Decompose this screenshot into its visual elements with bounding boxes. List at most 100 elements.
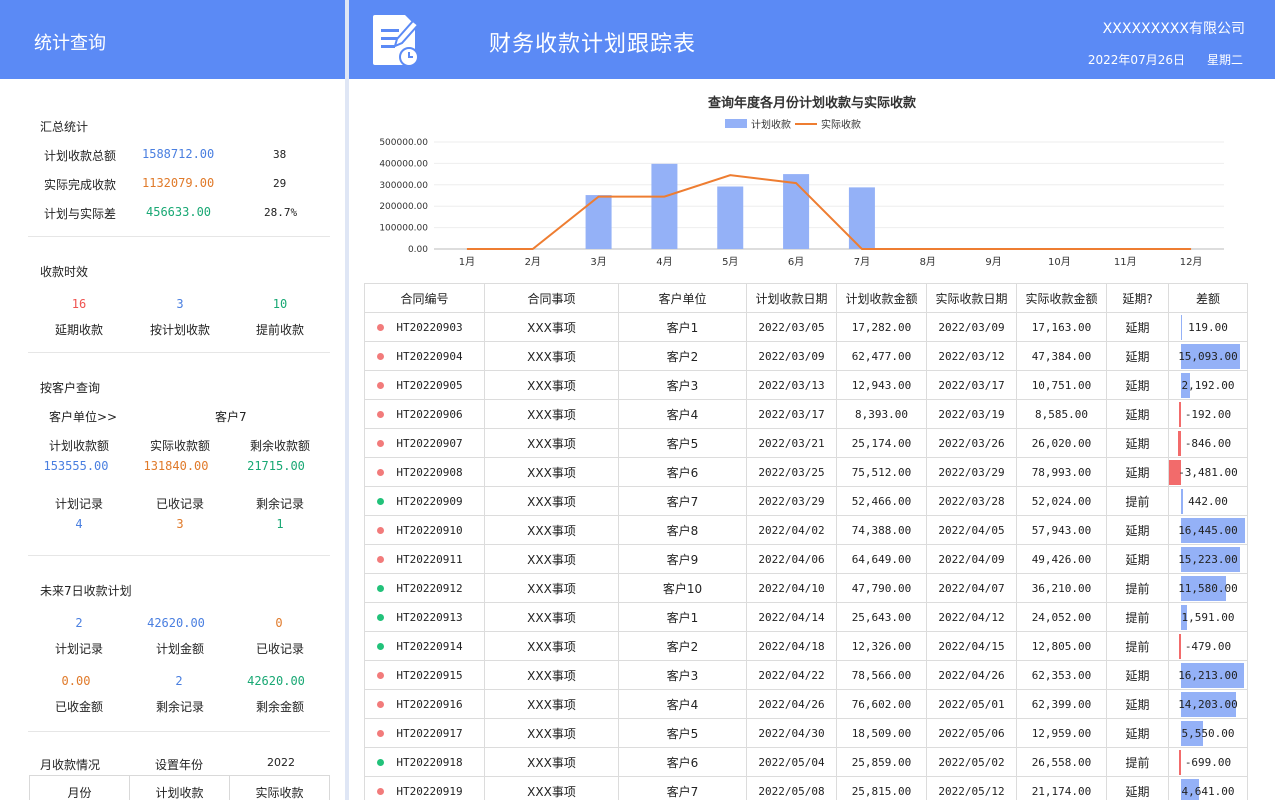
status-dot [377,469,384,476]
cell-client: 客户1 [618,602,747,632]
cell-status: 延期 [1106,660,1169,690]
cell-client: 客户6 [618,747,747,777]
table-row[interactable]: HT20220913 XXX事项 客户1 2022/04/14 25,643.00 202… [364,602,1248,632]
table-row[interactable]: HT20220910 XXX事项 客户8 2022/04/02 74,388.00 202… [364,515,1248,545]
col-contract-id[interactable]: 合同编号 [364,283,485,313]
cell-contract-id: HT20220918 [364,747,485,777]
cell-plan-amount: 78,566.00 [836,660,927,690]
year-input[interactable]: 2022 [267,756,295,769]
difference-value: 15,093.00 [1178,350,1238,363]
cell-item: XXX事项 [484,341,619,371]
col-difference[interactable]: 差额 [1168,283,1248,313]
current-weekday: 星期二 [1206,53,1243,67]
cell-item: XXX事项 [484,660,619,690]
x-tick-label: 11月 [1114,256,1137,268]
difference-value: 119.00 [1188,321,1228,334]
difference-bar [1178,750,1181,775]
cell-client: 客户9 [618,544,747,574]
col-item[interactable]: 合同事项 [484,283,619,313]
divider [28,555,330,556]
x-tick-label: 7月 [854,256,870,268]
cell-difference: 442.00 [1168,486,1248,516]
col-status[interactable]: 延期? [1106,283,1169,313]
cell-plan-amount: 62,477.00 [836,341,927,371]
table-row[interactable]: HT20220918 XXX事项 客户6 2022/05/04 25,859.00 202… [364,747,1248,777]
table-row[interactable]: HT20220917 XXX事项 客户5 2022/04/30 18,509.00 202… [364,718,1248,748]
cell-contract-id: HT20220915 [364,660,485,690]
contract-id-text: HT20220908 [396,465,463,479]
table-row[interactable]: HT20220912 XXX事项 客户10 2022/04/10 47,790.00 20… [364,573,1248,603]
cell-plan-amount: 64,649.00 [836,544,927,574]
cell-status: 延期 [1106,370,1169,400]
cell-status: 提前 [1106,631,1169,661]
table-row[interactable]: HT20220908 XXX事项 客户6 2022/03/25 75,512.00 202… [364,457,1248,487]
cell-difference: -3,481.00 [1168,457,1248,487]
table-row[interactable]: HT20220909 XXX事项 客户7 2022/03/29 52,466.00 202… [364,486,1248,516]
timeliness-section-title: 收款时效 [40,265,89,279]
monthly-col-planned: 计划收款 [130,776,230,800]
customer-remaining-records-value: 1 [276,517,284,531]
status-dot [377,614,384,621]
table-row[interactable]: HT20220919 XXX事项 客户7 2022/05/08 25,815.00 202… [364,776,1248,800]
cell-item: XXX事项 [484,457,619,487]
cell-item: XXX事项 [484,776,619,800]
cell-actual-amount: 78,993.00 [1016,457,1107,487]
table-row[interactable]: HT20220905 XXX事项 客户3 2022/03/13 12,943.00 202… [364,370,1248,400]
cell-difference: 5,550.00 [1168,718,1248,748]
cell-client: 客户1 [618,312,747,342]
cell-client: 客户6 [618,457,747,487]
cell-plan-date: 2022/03/09 [746,341,837,371]
cell-actual-amount: 52,024.00 [1016,486,1107,516]
contract-id-text: HT20220911 [396,552,463,566]
cell-plan-date: 2022/04/06 [746,544,837,574]
table-row[interactable]: HT20220904 XXX事项 客户2 2022/03/09 62,477.00 202… [364,341,1248,371]
col-actual-amount[interactable]: 实际收款金额 [1016,283,1107,313]
cell-contract-id: HT20220907 [364,428,485,458]
summary-count-actual: 29 [273,177,287,190]
cell-actual-amount: 12,959.00 [1016,718,1107,748]
cell-plan-amount: 47,790.00 [836,573,927,603]
cell-contract-id: HT20220910 [364,515,485,545]
cell-client: 客户7 [618,776,747,800]
cell-difference: -479.00 [1168,631,1248,661]
col-client[interactable]: 客户单位 [618,283,747,313]
table-row[interactable]: HT20220907 XXX事项 客户5 2022/03/21 25,174.00 202… [364,428,1248,458]
difference-bar [1181,315,1182,340]
status-dot [377,527,384,534]
y-tick-label: 200000.00 [379,202,428,212]
table-row[interactable]: HT20220903 XXX事项 客户1 2022/03/05 17,282.00 202… [364,312,1248,342]
difference-value: -479.00 [1184,640,1232,653]
cell-plan-amount: 17,282.00 [836,312,927,342]
y-tick-label: 300000.00 [379,181,428,191]
cell-difference: -192.00 [1168,399,1248,429]
col-actual-date[interactable]: 实际收款日期 [926,283,1017,313]
cell-difference: 15,093.00 [1168,341,1248,371]
customer-actual-value: 131840.00 [143,459,209,473]
cell-contract-id: HT20220914 [364,631,485,661]
delayed-count: 16 [71,297,87,311]
next7-plan-records-label: 计划记录 [54,642,103,656]
contract-id-text: HT20220914 [396,639,463,653]
table-row[interactable]: HT20220914 XXX事项 客户2 2022/04/18 12,326.00 202… [364,631,1248,661]
col-plan-amount[interactable]: 计划收款金额 [836,283,927,313]
table-row[interactable]: HT20220915 XXX事项 客户3 2022/04/22 78,566.00 202… [364,660,1248,690]
cell-plan-date: 2022/05/08 [746,776,837,800]
cell-status: 延期 [1106,776,1169,800]
col-plan-date[interactable]: 计划收款日期 [746,283,837,313]
cell-actual-date: 2022/03/28 [926,486,1017,516]
x-tick-label: 3月 [590,256,606,268]
table-row[interactable]: HT20220916 XXX事项 客户4 2022/04/26 76,602.00 202… [364,689,1248,719]
cell-plan-date: 2022/04/30 [746,718,837,748]
cell-plan-date: 2022/04/10 [746,573,837,603]
divider [28,236,330,237]
monthly-col-month: 月份 [30,776,130,800]
customer-selector[interactable]: 客户7 [215,408,247,425]
next7-plan-records-value: 2 [75,616,83,630]
difference-value: -3,481.00 [1178,466,1238,479]
contract-id-text: HT20220916 [396,697,463,711]
cell-status: 延期 [1106,312,1169,342]
status-dot [377,411,384,418]
table-row[interactable]: HT20220911 XXX事项 客户9 2022/04/06 64,649.00 202… [364,544,1248,574]
table-row[interactable]: HT20220906 XXX事项 客户4 2022/03/17 8,393.00 2022… [364,399,1248,429]
cell-client: 客户3 [618,660,747,690]
